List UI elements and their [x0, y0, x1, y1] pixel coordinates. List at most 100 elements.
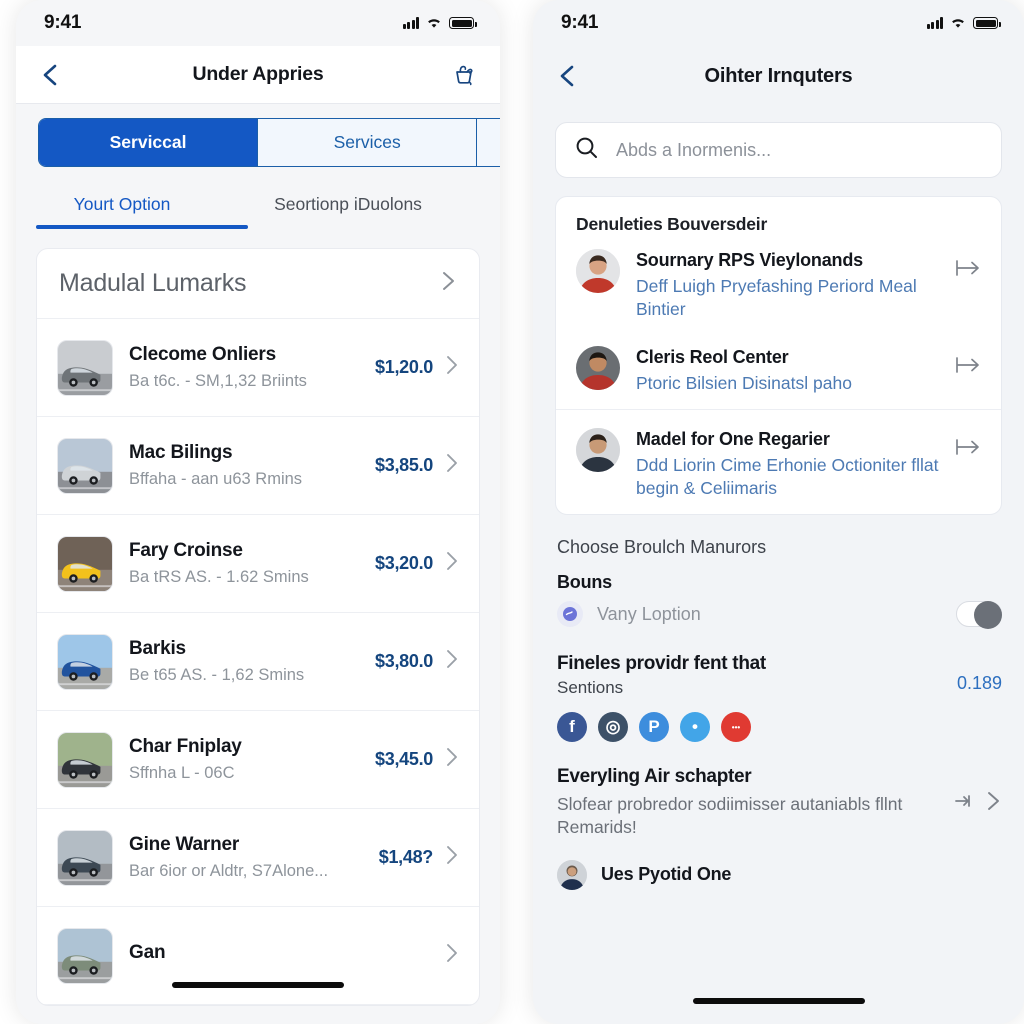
instagram-icon[interactable]: ◎ [598, 712, 628, 743]
more-icon[interactable]: ••• [721, 712, 751, 743]
row-thumbnail [57, 731, 113, 788]
bonus-toggle-switch[interactable] [956, 601, 1002, 630]
contact-description: Deff Luigh Pryefashing Periord Meal Bint… [636, 276, 917, 320]
row-subtitle: Bar 6ior or Aldtr, S7Alone... [129, 862, 329, 880]
status-icons [402, 17, 477, 29]
row-price: $1,48? [378, 847, 434, 867]
row-thumbnail [57, 829, 113, 886]
search-wrap [533, 106, 1024, 178]
row-title: Clecome Onliers [129, 344, 276, 365]
cellular-signal-icon [926, 17, 943, 29]
promo-title: Everyling Air schapter [557, 766, 752, 788]
list-header[interactable]: Madulal Lumarks [37, 249, 479, 319]
chevron-right-icon[interactable] [443, 943, 461, 968]
table-row[interactable]: Fary Croinse Ba tRS AS. - 1.62 Smins $3,… [37, 515, 479, 613]
chevron-right-icon[interactable] [437, 270, 459, 297]
forward-arrow-icon[interactable] [955, 249, 981, 282]
row-title: Mac Bilings [129, 442, 233, 463]
left-phone-screen: 9:41 Under Appries Serviccal Services Yo… [16, 0, 500, 1024]
pin-icon[interactable] [954, 794, 974, 813]
promo-block[interactable]: Everyling Air schapter Slofear probredor… [533, 742, 1024, 839]
status-bar-left: 9:41 [16, 0, 500, 46]
chevron-right-icon[interactable] [443, 551, 461, 576]
promo-icons [954, 766, 1002, 817]
home-indicator-right [692, 998, 865, 1004]
page-title: Under Appries [192, 63, 324, 85]
segmented-control[interactable]: Serviccal Services [38, 118, 500, 167]
contacts-card: Denuleties Bouversdeir Sournary RPS Viey… [555, 196, 1002, 516]
chevron-right-icon[interactable] [443, 845, 461, 870]
segmented-control-wrap: Serviccal Services [16, 104, 500, 180]
listing-card: Madulal Lumarks Clecome Onliers Ba t6c. … [36, 248, 480, 1006]
chevron-right-icon[interactable] [984, 790, 1002, 817]
back-button[interactable] [38, 62, 64, 88]
tab-bar: Yourt Option Seortionp iDuolons [16, 180, 500, 225]
row-title: Fary Croinse [129, 540, 243, 561]
row-thumbnail [57, 633, 113, 690]
tab-seortionp-iduolons[interactable]: Seortionp iDuolons [228, 180, 468, 225]
wifi-icon [426, 17, 442, 29]
segment-services[interactable]: Services [258, 119, 478, 166]
row-price: $3,45.0 [375, 749, 433, 769]
forward-arrow-icon[interactable] [955, 428, 981, 461]
row-price: $3,20.0 [375, 553, 433, 573]
chevron-right-icon[interactable] [443, 453, 461, 478]
back-button-right[interactable] [555, 63, 581, 89]
row-thumbnail [57, 927, 113, 984]
social-icons-row: f ◎ P • ••• [533, 698, 1024, 743]
metric-row: Fineles providr fent that Sentions 0.189 [533, 627, 1024, 698]
battery-icon [449, 17, 477, 29]
promo-desc: Slofear probredor sodiimisser autaniabls… [557, 794, 903, 838]
bonus-toggle-row[interactable]: Vany Loption [533, 593, 1024, 630]
row-subtitle: Be t65 AS. - 1,62 Smins [129, 666, 305, 684]
row-subtitle: Sffnha L - 06C [129, 764, 235, 782]
search-input[interactable] [616, 139, 983, 161]
segment-serviccal[interactable]: Serviccal [39, 119, 259, 166]
contacts-list: Sournary RPS Vieylonands Deff Luigh Prye… [556, 239, 1001, 514]
chevron-right-icon[interactable] [443, 747, 461, 772]
basket-icon[interactable] [450, 61, 478, 89]
contact-name: Madel for One Regarier [636, 428, 830, 449]
wifi-icon [950, 17, 966, 29]
row-title: Barkis [129, 638, 186, 659]
contact-name: Cleris Reol Center [636, 346, 789, 367]
list-item[interactable]: Madel for One Regarier Ddd Liorin Cime E… [556, 408, 1001, 515]
row-title: Gine Warner [129, 834, 240, 855]
table-row[interactable]: Gan [37, 907, 479, 1005]
search-bar[interactable] [555, 122, 1002, 178]
table-row[interactable]: Mac Bilings Bffaha - aan u63 Rmins $3,85… [37, 417, 479, 515]
table-row[interactable]: Clecome Onliers Ba t6c. - SM,1,32 Briint… [37, 319, 479, 417]
row-subtitle: Ba t6c. - SM,1,32 Briints [129, 372, 307, 390]
chevron-right-icon[interactable] [443, 355, 461, 380]
tab-yourt-option[interactable]: Yourt Option [16, 180, 228, 225]
forward-arrow-icon[interactable] [955, 346, 981, 379]
table-row[interactable]: Gine Warner Bar 6ior or Aldtr, S7Alone..… [37, 809, 479, 907]
avatar [576, 427, 620, 472]
facebook-icon[interactable]: f [557, 712, 587, 743]
status-icons-right [926, 17, 1001, 29]
list-item[interactable]: Cleris Reol Center Ptoric Bilsien Disina… [556, 336, 1001, 409]
table-row[interactable]: Barkis Be t65 AS. - 1,62 Smins $3,80.0 [37, 613, 479, 711]
segment-third[interactable] [477, 119, 500, 166]
row-thumbnail [57, 437, 113, 494]
list-item[interactable]: Sournary RPS Vieylonands Deff Luigh Prye… [556, 239, 1001, 336]
right-navbar: Oihter Irnquters [533, 46, 1024, 106]
row-subtitle: Bffaha - aan u63 Rmins [129, 470, 303, 488]
twitter-icon[interactable]: • [680, 712, 710, 743]
home-indicator-left [172, 982, 344, 988]
footer-user-row[interactable]: Ues Pyotid One [533, 840, 1024, 890]
row-title: Gan [129, 941, 166, 963]
dual-phone-mockup: 9:41 Under Appries Serviccal Services Yo… [0, 0, 1024, 1024]
table-row[interactable]: Char Fniplay Sffnha L - 06C $3,45.0 [37, 711, 479, 809]
cellular-signal-icon [402, 17, 419, 29]
pinterest-icon[interactable]: P [639, 712, 669, 743]
contacts-card-title: Denuleties Bouversdeir [576, 214, 768, 234]
page-title-right: Oihter Irnquters [704, 64, 853, 87]
list-header-title: Madulal Lumarks [59, 269, 247, 297]
avatar [557, 859, 587, 890]
chevron-right-icon[interactable] [443, 649, 461, 674]
contact-name: Sournary RPS Vieylonands [636, 250, 863, 270]
footer-user-name: Ues Pyotid One [601, 864, 732, 885]
contact-description: Ddd Liorin Cime Erhonie Octioniter fllat… [636, 454, 939, 499]
row-thumbnail [57, 535, 113, 592]
